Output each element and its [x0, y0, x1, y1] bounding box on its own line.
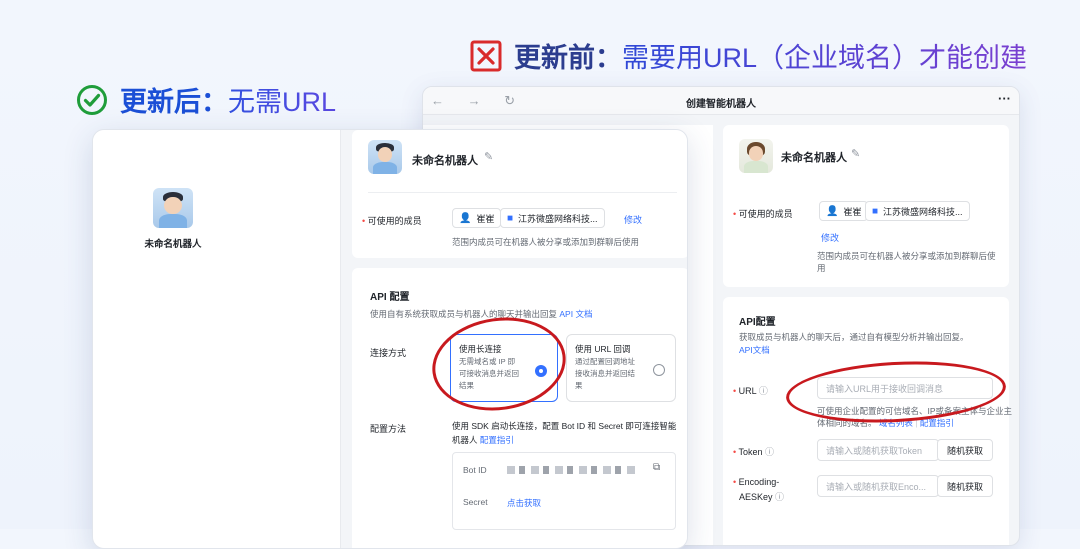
members-label: • 可使用的成员 — [733, 209, 793, 219]
option-desc: 接收消息并返回结 — [575, 369, 635, 378]
member-chip-org[interactable]: ■ 江苏微盛网络科技... — [865, 201, 970, 221]
option-desc: 通过配置回调地址 — [575, 357, 635, 366]
api-config-desc: 获取成员与机器人的聊天后，通过自有模型分析并输出回复。 — [739, 332, 969, 342]
token-input[interactable]: 请输入或随机获取Token — [817, 439, 939, 461]
bot-avatar[interactable] — [368, 140, 402, 174]
sidebar-bot-name: 未命名机器人 — [144, 239, 202, 250]
divider — [368, 192, 677, 193]
api-config-desc: 使用自有系统获取成员与机器人的聊天并输出回复 API 文档 — [370, 309, 593, 319]
copy-icon[interactable]: ⧉ — [653, 462, 660, 473]
new-api-config-card: API 配置 使用自有系统获取成员与机器人的聊天并输出回复 API 文档 连接方… — [352, 268, 687, 548]
radio-unselected[interactable] — [653, 364, 665, 376]
connection-mode-label: 连接方式 — [370, 348, 407, 358]
members-hint: 范围内成员可在机器人被分享或添加到群聊后使 — [817, 251, 996, 261]
credentials-box: Bot ID ⧉ Secret 点击获取 — [452, 452, 676, 530]
headline-before: 更新前： 需要用URL（企业域名）才能创建 — [470, 36, 1027, 75]
api-doc-link[interactable]: API文档 — [739, 344, 770, 356]
secret-get-link[interactable]: 点击获取 — [507, 497, 541, 509]
bot-id-label: Bot ID — [463, 465, 487, 475]
new-preview-panel: 未命名机器人 — [93, 130, 341, 548]
cross-box-icon — [470, 40, 502, 71]
edit-pencil-icon[interactable]: ✎ — [484, 150, 493, 163]
headline-after-text: 无需URL — [228, 80, 336, 119]
headline-before-strong: 更新前： — [514, 43, 622, 73]
edit-pencil-icon[interactable]: ✎ — [851, 147, 860, 160]
window-title: 创建智能机器人 — [686, 99, 756, 110]
members-label: • 可使用的成员 — [362, 216, 422, 226]
api-config-title: API 配置 — [370, 292, 410, 303]
sidebar-bot-avatar — [153, 188, 193, 228]
api-doc-link[interactable]: API 文档 — [559, 309, 592, 319]
aes-label: • Encoding- — [733, 477, 780, 487]
headline-after: 更新后： 无需URL — [76, 80, 336, 119]
config-guide-link[interactable]: 配置指引 — [480, 435, 514, 445]
config-desc-line2: 机器人 配置指引 — [452, 435, 514, 445]
member-chip-org[interactable]: ■ 江苏微盛网络科技... — [500, 208, 605, 228]
option-desc: 果 — [575, 381, 583, 390]
member-chip-user[interactable]: 👤 崔崔 — [452, 208, 502, 228]
folder-icon: ■ — [507, 212, 514, 224]
person-icon: 👤 — [459, 212, 472, 224]
new-bot-info-card: 未命名机器人 ✎ • 可使用的成员 👤 崔崔 ■ 江苏微盛网络科技... 修改 范围… — [352, 130, 687, 258]
config-method-label: 配置方法 — [370, 424, 407, 434]
token-random-button[interactable]: 随机获取 — [937, 439, 993, 461]
aes-key-input[interactable]: 请输入或随机获取Enco... — [817, 475, 939, 497]
modify-members-link[interactable]: 修改 — [821, 231, 839, 244]
config-desc: 使用 SDK 启动长连接，配置 Bot ID 和 Secret 即可连接智能 — [452, 421, 677, 431]
bot-avatar[interactable] — [739, 139, 773, 173]
option-url-callback-title: 使用 URL 回调 — [575, 344, 631, 354]
secret-label: Secret — [463, 497, 488, 507]
window-titlebar: ← → ↻ 创建智能机器人 ··· — [423, 87, 1019, 115]
more-icon[interactable]: ··· — [998, 91, 1011, 106]
check-circle-icon — [77, 84, 107, 115]
api-config-title: API配置 — [739, 317, 776, 328]
bot-name: 未命名机器人 — [781, 152, 847, 164]
option-url-callback[interactable]: 使用 URL 回调 通过配置回调地址 接收消息并返回结 果 — [566, 334, 676, 402]
headline-after-strong: 更新后： — [120, 87, 228, 117]
old-bot-info-card: 未命名机器人 ✎ • 可使用的成员 👤 崔崔 ■ 江苏微盛网络科技... 修改 范围… — [723, 125, 1009, 287]
person-icon: 👤 — [826, 205, 839, 217]
modify-members-link[interactable]: 修改 — [624, 213, 642, 226]
url-label: • URL ⓘ — [733, 386, 768, 396]
aes-random-button[interactable]: 随机获取 — [937, 475, 993, 497]
member-chip-user[interactable]: 👤 崔崔 — [819, 201, 869, 221]
aes-label-line2: AESKey ⓘ — [739, 492, 785, 502]
folder-icon: ■ — [872, 205, 879, 217]
new-create-bot-window: 未命名机器人 未命名机器人 ✎ • 可使用的成员 👤 崔崔 ■ 江苏微盛网络科技..… — [92, 129, 688, 549]
headline-before-text: 需要用URL（企业域名）才能创建 — [622, 36, 1027, 75]
bot-id-value-masked — [507, 466, 637, 474]
bot-name: 未命名机器人 — [412, 155, 478, 167]
members-hint-line2: 用 — [817, 263, 826, 273]
token-label: • Token ⓘ — [733, 447, 775, 457]
members-hint: 范围内成员可在机器人被分享或添加到群聊后使用 — [452, 237, 640, 247]
